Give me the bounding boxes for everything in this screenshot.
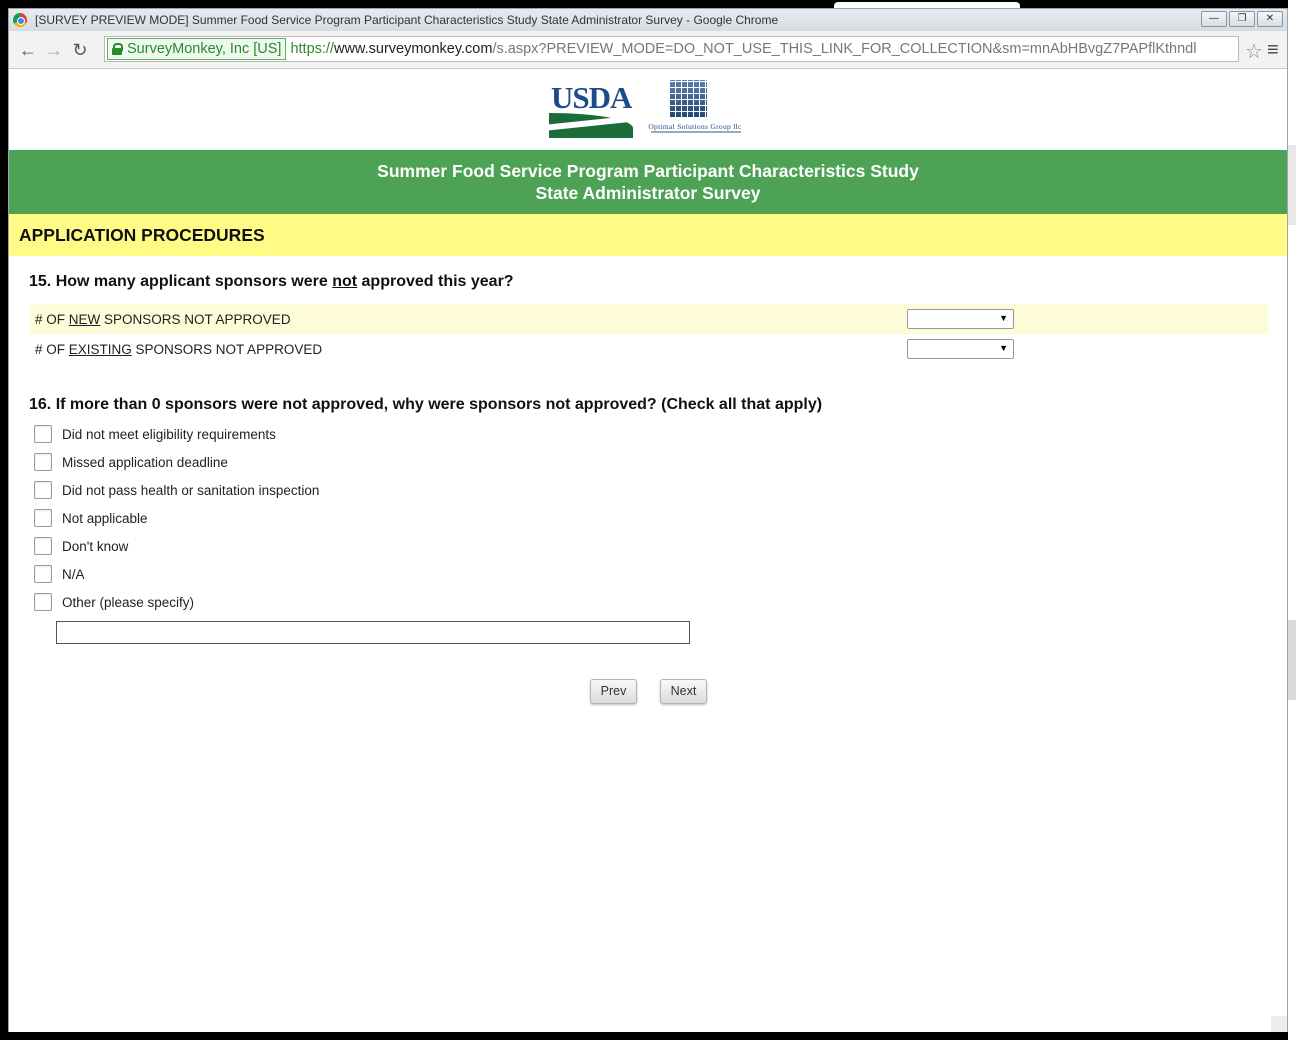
- checkbox-options: Did not meet eligibility requirements Mi…: [34, 420, 319, 616]
- restore-button[interactable]: ❐: [1229, 11, 1255, 27]
- background-window-tab: [820, 0, 1020, 8]
- survey-title-line2: State Administrator Survey: [535, 183, 761, 203]
- prev-button[interactable]: Prev: [590, 679, 637, 704]
- grid-icon: [669, 80, 707, 118]
- other-specify-input[interactable]: [56, 621, 690, 644]
- minimize-button[interactable]: —: [1201, 11, 1227, 27]
- title-bar: [SURVEY PREVIEW MODE] Summer Food Servic…: [9, 9, 1287, 31]
- survey-title-banner: Summer Food Service Program Participant …: [9, 150, 1287, 214]
- dropdown-arrow-icon: ▼: [999, 313, 1008, 323]
- usda-logo-text: USDA: [551, 80, 632, 115]
- checkbox[interactable]: [34, 453, 52, 471]
- matrix-row-existing-sponsors: # OF EXISTING SPONSORS NOT APPROVED ▼: [30, 334, 1268, 364]
- ev-label: SurveyMonkey, Inc [US]: [127, 41, 282, 57]
- ev-certificate-badge[interactable]: SurveyMonkey, Inc [US]: [107, 38, 287, 60]
- url-path: /s.aspx?PREVIEW_MODE=DO_NOT_USE_THIS_LIN…: [492, 41, 1197, 57]
- survey-title-line1: Summer Food Service Program Participant …: [377, 161, 919, 181]
- chrome-icon: [13, 13, 27, 27]
- forward-icon[interactable]: →: [41, 37, 67, 63]
- menu-icon[interactable]: ≡: [1267, 39, 1279, 62]
- usda-logo: USDA: [549, 80, 633, 138]
- osg-logo-text: Optimal Solutions Group llc: [648, 122, 742, 131]
- matrix-row-new-sponsors: # OF NEW SPONSORS NOT APPROVED ▼: [30, 304, 1268, 334]
- option-na[interactable]: N/A: [34, 560, 319, 588]
- url-host: www.surveymonkey.com: [333, 41, 493, 57]
- option-other[interactable]: Other (please specify): [34, 588, 319, 616]
- row-label: # OF EXISTING SPONSORS NOT APPROVED: [35, 341, 323, 357]
- url-scheme: https://: [290, 41, 334, 57]
- option-health-inspection[interactable]: Did not pass health or sanitation inspec…: [34, 476, 319, 504]
- question-15: 15. How many applicant sponsors were not…: [29, 273, 514, 290]
- lock-icon: [112, 43, 123, 55]
- option-dont-know[interactable]: Don't know: [34, 532, 319, 560]
- browser-toolbar: ← → ↻ SurveyMonkey, Inc [US] https://www…: [9, 31, 1287, 69]
- window-title: [SURVEY PREVIEW MODE] Summer Food Servic…: [35, 13, 779, 27]
- window-controls: — ❐ ✕: [1201, 11, 1283, 27]
- next-button[interactable]: Next: [660, 679, 707, 704]
- back-icon[interactable]: ←: [15, 37, 41, 63]
- checkbox[interactable]: [34, 509, 52, 527]
- url-text[interactable]: https://www.surveymonkey.com/s.aspx?PREV…: [290, 41, 1196, 57]
- checkbox[interactable]: [34, 565, 52, 583]
- browser-window: [SURVEY PREVIEW MODE] Summer Food Servic…: [8, 8, 1288, 1032]
- dropdown-arrow-icon: ▼: [999, 343, 1008, 353]
- new-sponsors-dropdown[interactable]: ▼: [907, 309, 1014, 329]
- question-16: 16. If more than 0 sponsors were not app…: [29, 396, 823, 413]
- page-viewport: USDA Optimal Solutions Group llc Summer …: [9, 70, 1287, 1032]
- reload-icon[interactable]: ↻: [67, 37, 93, 63]
- checkbox[interactable]: [34, 481, 52, 499]
- resize-grip[interactable]: [1271, 1016, 1287, 1032]
- option-not-applicable[interactable]: Not applicable: [34, 504, 319, 532]
- optimal-solutions-logo: Optimal Solutions Group llc: [635, 80, 755, 135]
- checkbox[interactable]: [34, 593, 52, 611]
- logo-header: USDA Optimal Solutions Group llc: [9, 70, 1287, 150]
- checkbox[interactable]: [34, 425, 52, 443]
- option-missed-deadline[interactable]: Missed application deadline: [34, 448, 319, 476]
- bookmark-star-icon[interactable]: ☆: [1245, 39, 1263, 64]
- section-title: APPLICATION PROCEDURES: [9, 214, 1287, 256]
- close-button[interactable]: ✕: [1257, 11, 1283, 27]
- address-bar[interactable]: SurveyMonkey, Inc [US] https://www.surve…: [104, 36, 1239, 62]
- checkbox[interactable]: [34, 537, 52, 555]
- row-label: # OF NEW SPONSORS NOT APPROVED: [35, 311, 291, 327]
- background-window: [1288, 0, 1296, 1040]
- existing-sponsors-dropdown[interactable]: ▼: [907, 339, 1014, 359]
- option-eligibility[interactable]: Did not meet eligibility requirements: [34, 420, 319, 448]
